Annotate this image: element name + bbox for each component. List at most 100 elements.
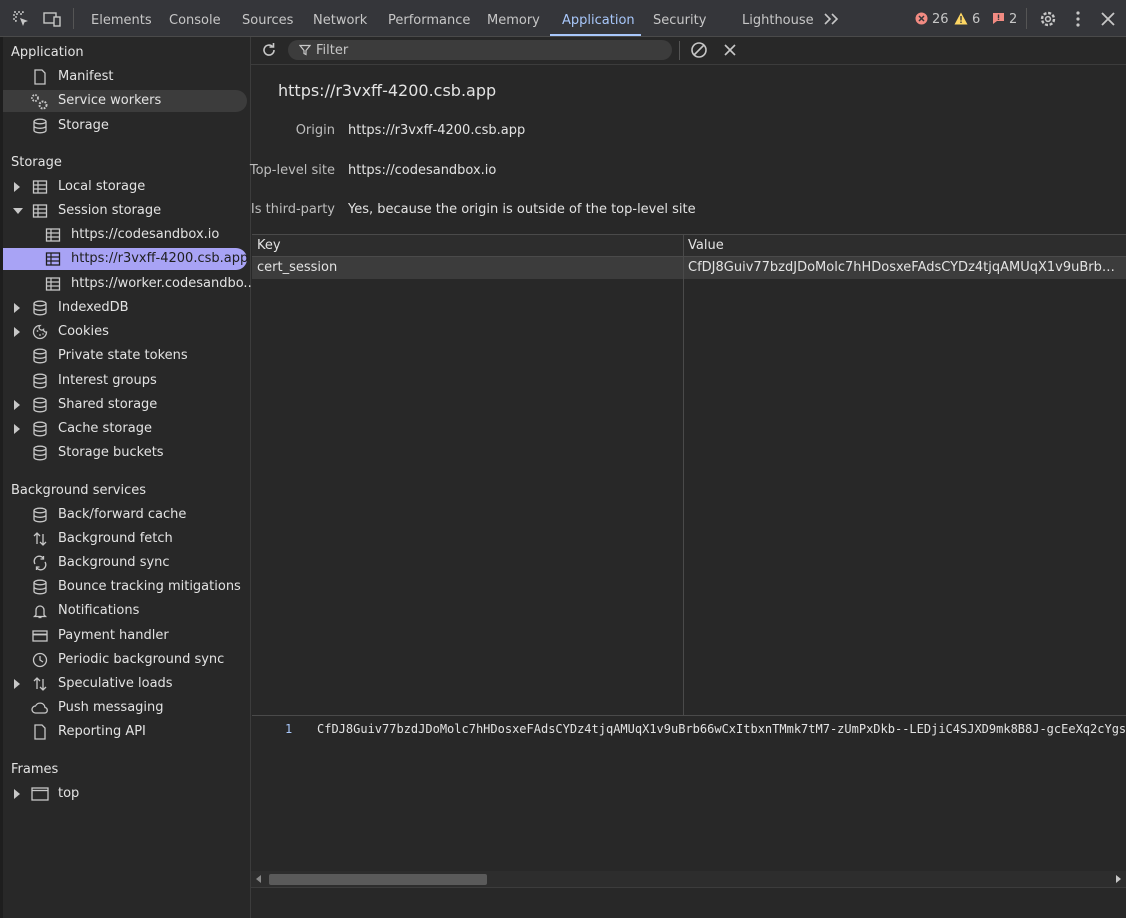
delete-selected-icon[interactable]	[723, 43, 737, 57]
tab-performance[interactable]: Performance	[388, 0, 470, 37]
sidebar-item-label: https://worker.codesandbo...	[71, 276, 256, 291]
expand-arrow-icon[interactable]	[14, 679, 20, 689]
sidebar-item-storage-buckets[interactable]: Storage buckets	[3, 442, 247, 464]
sidebar-item-periodic-sync[interactable]: Periodic background sync	[3, 649, 247, 671]
warning-icon	[954, 12, 968, 25]
scroll-right-arrow-icon[interactable]	[1116, 875, 1121, 883]
section-heading-background-services: Background services	[11, 483, 147, 498]
sidebar-item-private-state-tokens[interactable]: Private state tokens	[3, 345, 247, 367]
sidebar-item-label: Reporting API	[58, 724, 146, 739]
section-heading-storage: Storage	[11, 155, 62, 170]
column-divider[interactable]	[683, 235, 684, 715]
sidebar-item-shared-storage[interactable]: Shared storage	[3, 394, 247, 416]
expand-arrow-icon[interactable]	[14, 424, 20, 434]
refresh-icon[interactable]	[260, 41, 278, 59]
issues-count[interactable]: 2	[992, 12, 1017, 27]
expand-arrow-icon[interactable]	[14, 789, 20, 799]
expand-arrow-icon[interactable]	[14, 327, 20, 337]
more-options-icon[interactable]	[1068, 9, 1088, 29]
error-count[interactable]: 26	[915, 12, 949, 27]
error-icon	[915, 12, 928, 25]
sidebar-item-reporting-api[interactable]: Reporting API	[3, 721, 247, 743]
sidebar-item-payment-handler[interactable]: Payment handler	[3, 625, 247, 647]
column-header-key[interactable]: Key	[257, 238, 281, 253]
preview-value-text[interactable]: CfDJ8Guiv77bzdJDoMolc7hHDosxeFAdsCYDz4tj…	[317, 722, 1126, 736]
expand-arrow-icon[interactable]	[14, 182, 20, 192]
sidebar-item-label: Bounce tracking mitigations	[58, 579, 241, 594]
tab-security[interactable]: Security	[653, 0, 706, 37]
sidebar-item-session-codesandbox[interactable]: https://codesandbox.io	[3, 224, 247, 246]
tab-network[interactable]: Network	[313, 0, 367, 37]
sidebar-item-bounce-tracking[interactable]: Bounce tracking mitigations	[3, 576, 247, 598]
sidebar-item-label: https://r3vxff-4200.csb.app	[71, 251, 249, 266]
cookie-icon	[32, 324, 48, 340]
clear-all-icon[interactable]	[690, 41, 708, 59]
tab-console[interactable]: Console	[169, 0, 221, 37]
sidebar-item-background-sync[interactable]: Background sync	[3, 552, 247, 574]
tab-elements[interactable]: Elements	[91, 0, 152, 37]
preview-line-number: 1	[285, 722, 293, 736]
bottom-divider	[251, 887, 1126, 888]
sidebar-item-service-workers[interactable]: Service workers	[3, 90, 247, 112]
expand-arrow-icon[interactable]	[14, 400, 20, 410]
database-icon	[32, 373, 48, 389]
sidebar-item-storage-overview[interactable]: Storage	[3, 115, 247, 137]
sidebar-item-label: Background fetch	[58, 531, 173, 546]
toolbar-divider	[1026, 8, 1027, 29]
database-icon	[32, 300, 48, 316]
sidebar-item-label: Periodic background sync	[58, 652, 225, 667]
inspect-element-icon[interactable]	[11, 9, 31, 29]
database-icon	[32, 445, 48, 461]
toolbar-divider	[73, 8, 74, 29]
sidebar-item-cache-storage[interactable]: Cache storage	[3, 418, 247, 440]
bell-icon	[32, 603, 48, 619]
sidebar-item-label: Storage buckets	[58, 445, 164, 460]
filter-box[interactable]	[288, 40, 672, 60]
sidebar-item-label: Background sync	[58, 555, 170, 570]
sidebar-item-label: Storage	[58, 118, 109, 133]
sidebar-item-background-fetch[interactable]: Background fetch	[3, 528, 247, 550]
device-toolbar-icon[interactable]	[42, 9, 62, 29]
expand-arrow-icon[interactable]	[14, 303, 20, 313]
scroll-left-arrow-icon[interactable]	[256, 875, 261, 883]
table-icon	[32, 179, 48, 195]
row-key-cell[interactable]: cert_session	[257, 260, 677, 275]
sidebar-item-notifications[interactable]: Notifications	[3, 600, 247, 622]
tab-lighthouse[interactable]: Lighthouse	[742, 0, 814, 37]
close-devtools-icon[interactable]	[1098, 9, 1118, 29]
sidebar-item-session-storage[interactable]: Session storage	[3, 200, 247, 222]
sidebar-item-indexeddb[interactable]: IndexedDB	[3, 297, 247, 319]
sidebar-item-push-messaging[interactable]: Push messaging	[3, 697, 247, 719]
document-icon	[32, 724, 48, 740]
row-value-cell[interactable]: CfDJ8Guiv77bzdJDoMolc7hHDosxeFAdsCYDz4tj…	[688, 260, 1120, 275]
column-header-value[interactable]: Value	[688, 238, 724, 253]
grid-header-row: Key Value	[252, 235, 1126, 257]
tab-application[interactable]: Application	[562, 0, 635, 37]
sidebar-item-back-forward-cache[interactable]: Back/forward cache	[3, 504, 247, 526]
sidebar-item-session-worker[interactable]: https://worker.codesandbo...	[3, 273, 256, 295]
warning-count-value: 6	[972, 12, 981, 27]
toolbar-divider	[679, 41, 680, 60]
scrollbar-thumb[interactable]	[269, 874, 487, 885]
sidebar-item-session-r3vxff[interactable]: https://r3vxff-4200.csb.app	[3, 248, 249, 270]
sidebar-item-interest-groups[interactable]: Interest groups	[3, 370, 247, 392]
sidebar-item-frame-top[interactable]: top	[3, 783, 247, 805]
warning-count[interactable]: 6	[954, 12, 980, 27]
sidebar-item-cookies[interactable]: Cookies	[3, 321, 247, 343]
horizontal-scrollbar[interactable]	[251, 871, 1126, 887]
sidebar-item-label: top	[58, 786, 80, 801]
origin-title: https://r3vxff-4200.csb.app	[278, 81, 497, 100]
value-preview-pane: 1 CfDJ8Guiv77bzdJDoMolc7hHDosxeFAdsCYDz4…	[251, 716, 1126, 871]
sidebar-item-manifest[interactable]: Manifest	[3, 66, 247, 88]
sidebar-item-speculative-loads[interactable]: Speculative loads	[3, 673, 247, 695]
collapse-arrow-icon[interactable]	[13, 208, 23, 214]
filter-input[interactable]	[316, 40, 656, 60]
more-tabs-chevron-icon[interactable]	[822, 9, 842, 29]
tab-memory[interactable]: Memory	[487, 0, 540, 37]
sidebar-item-local-storage[interactable]: Local storage	[3, 176, 247, 198]
table-row[interactable]: cert_session CfDJ8Guiv77bzdJDoMolc7hHDos…	[252, 257, 1126, 279]
settings-gear-icon[interactable]	[1038, 9, 1058, 29]
tab-sources[interactable]: Sources	[242, 0, 293, 37]
storage-toolbar	[251, 37, 1126, 65]
issue-flag-icon	[993, 13, 1004, 24]
